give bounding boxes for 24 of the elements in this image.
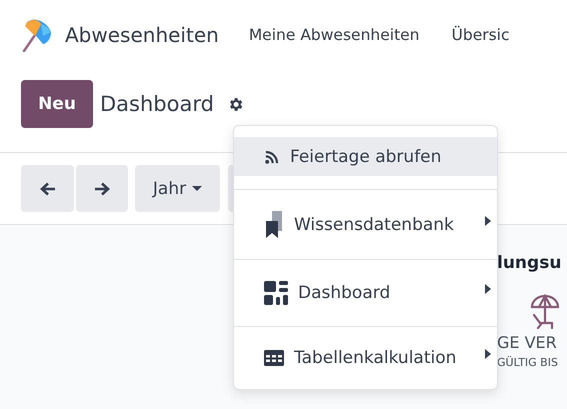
card-note: GÜLTIG BIS <box>497 356 558 369</box>
umbrella-logo-icon[interactable] <box>21 18 53 52</box>
next-button[interactable] <box>76 165 128 212</box>
beach-umbrella-icon <box>530 293 560 329</box>
right-arrow-icon <box>94 182 110 196</box>
card-heading: lungsu <box>497 253 562 273</box>
dropdown-menu-item[interactable]: Feiertage abrufen <box>234 137 497 176</box>
new-button[interactable]: Neu <box>21 80 93 128</box>
bookmark-icon <box>264 211 284 238</box>
dropdown-menu-item[interactable]: Dashboard <box>234 260 497 326</box>
year-dropdown[interactable]: Jahr <box>135 165 220 212</box>
app-name[interactable]: Abwesenheiten <box>65 23 219 47</box>
dropdown-menu-item[interactable]: Wissensdatenbank <box>234 190 497 259</box>
previous-button[interactable] <box>21 165 74 212</box>
card-value: GE VER <box>497 333 557 352</box>
dropdown-menu-item[interactable]: Tabellenkalkulation <box>234 327 497 389</box>
dashboard-icon <box>264 281 288 305</box>
caret-icon <box>192 186 202 191</box>
table-icon <box>264 350 284 366</box>
left-arrow-icon <box>40 182 56 196</box>
nav-menu-item[interactable]: Meine Abwesenheiten <box>248 26 420 44</box>
nav-menu-item[interactable]: Übersic <box>452 26 510 44</box>
rss-icon <box>264 150 280 164</box>
page-title: Dashboard <box>100 91 214 118</box>
